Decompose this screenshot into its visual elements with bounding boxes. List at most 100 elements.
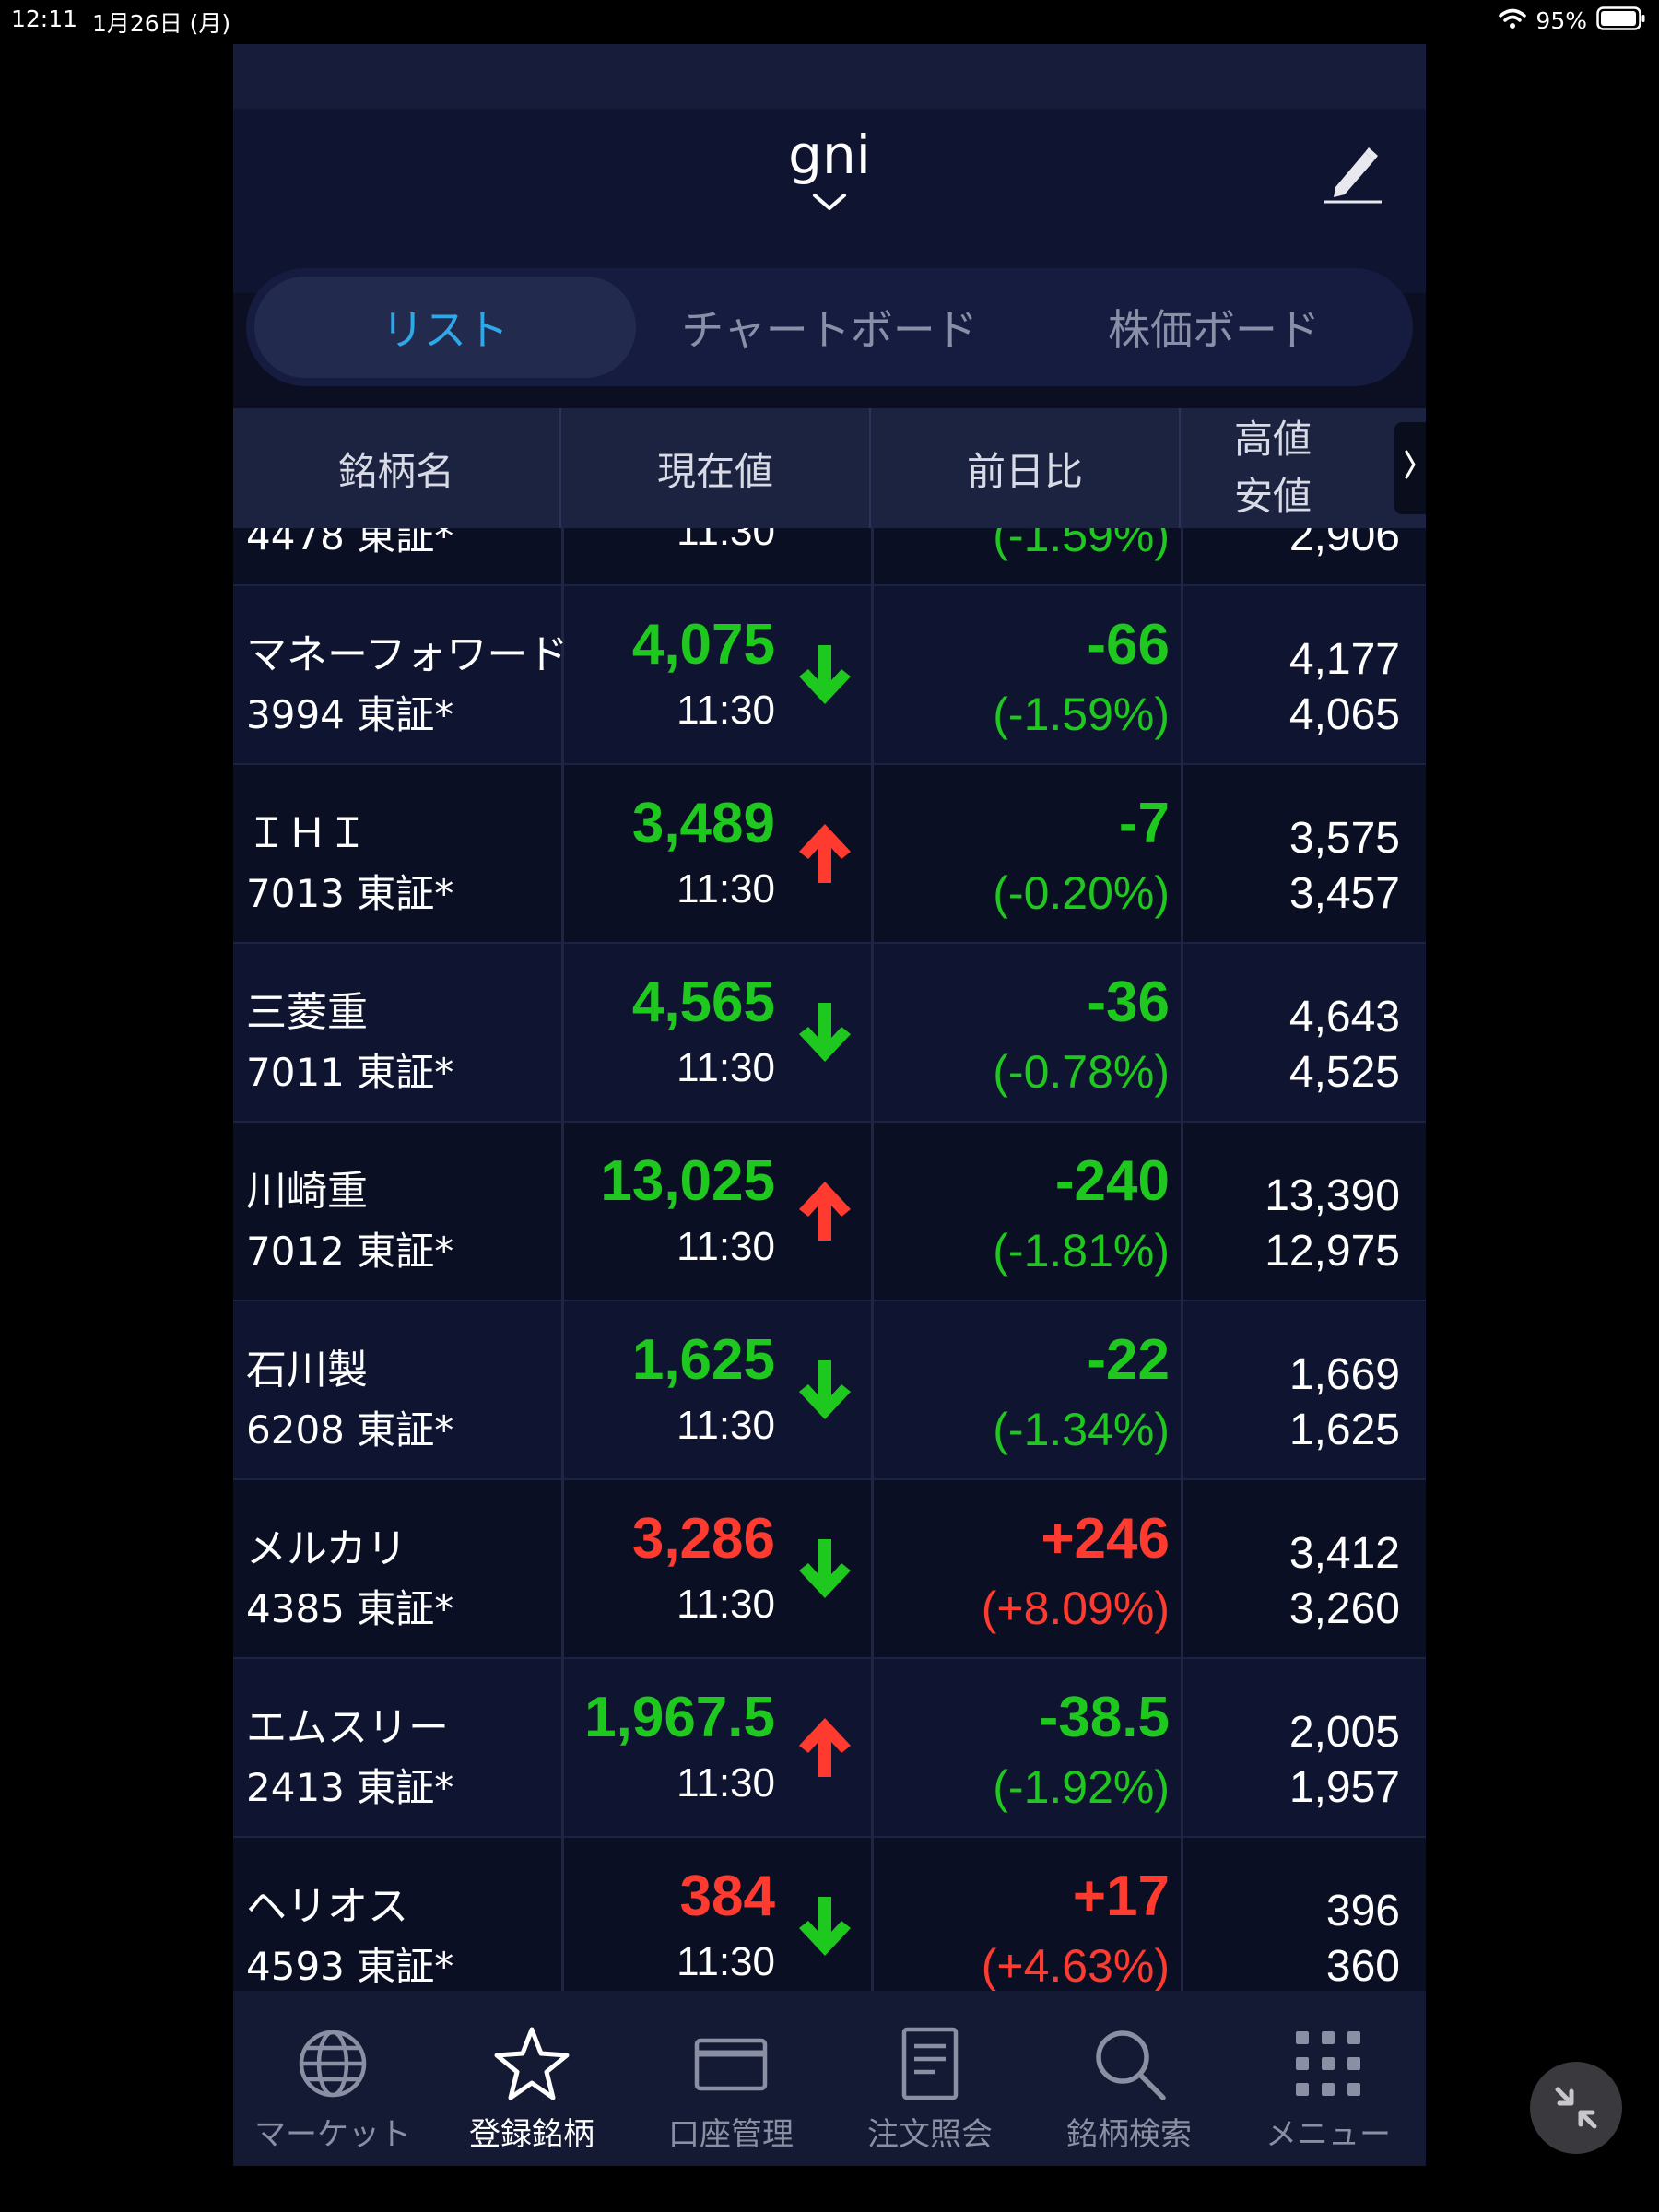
globe-icon [291, 2022, 374, 2105]
stock-row[interactable]: メルカリ 4385 東証* 3,286 11:30 +246 (+8.09%) 3,412 3… [233, 1480, 1426, 1659]
stock-row[interactable]: 三菱重 7011 東証* 4,565 11:30 -36 (-0.78%) 4,643 4,5… [233, 944, 1426, 1123]
stock-code: 4593 東証* [246, 1944, 454, 1989]
price-change-percent: (-0.20%) [993, 867, 1170, 919]
column-divider [1181, 765, 1183, 944]
card-icon [689, 2022, 772, 2105]
column-divider [871, 1838, 874, 2017]
tab-market[interactable]: マーケット [233, 1991, 432, 2166]
chevron-down-icon[interactable] [811, 192, 848, 218]
stock-row[interactable]: 川崎重 7012 東証* 13,025 11:30 -240 (-1.81%) 13,390… [233, 1123, 1426, 1301]
stock-code: 7012 東証* [246, 1229, 454, 1274]
current-price: 13,025 [600, 1149, 775, 1213]
segment-list[interactable]: リスト [254, 276, 636, 378]
price-change: +246 [1041, 1507, 1170, 1571]
column-divider [871, 944, 874, 1123]
stock-code: 3994 東証* [246, 692, 454, 737]
stock-row[interactable]: ヘリオス 4593 東証* 384 11:30 +17 (+4.63%) 396 360 [233, 1838, 1426, 2017]
edit-pencil-icon[interactable] [1323, 141, 1383, 209]
price-change: -22 [1087, 1328, 1170, 1392]
stock-name: マネーフォワード [246, 631, 569, 678]
tab-orders[interactable]: 注文照会 [830, 1991, 1030, 2166]
price-time: 11:30 [677, 1224, 775, 1269]
tab-account-label: 口座管理 [668, 2116, 794, 2153]
tab-account[interactable]: 口座管理 [631, 1991, 830, 2166]
status-time: 12:11 [11, 6, 78, 32]
column-divider [1181, 1838, 1183, 2017]
column-change[interactable]: 前日比 [871, 408, 1181, 528]
stock-row[interactable]: マネーフォワード 3994 東証* 4,075 11:30 -66 (-1.59%) 4,1… [233, 586, 1426, 765]
price-change-percent: (-1.59%) [993, 688, 1170, 740]
tab-watchlist[interactable]: 登録銘柄 [432, 1991, 631, 2166]
price-change-percent: (-0.78%) [993, 1046, 1170, 1098]
column-divider [871, 1301, 874, 1480]
low-price: 1,957 [1288, 1763, 1400, 1812]
price-change: -7 [1118, 792, 1170, 855]
stock-row[interactable]: ＩＨＩ 7013 東証* 3,489 11:30 -7 (-0.20%) 3,575 3,45… [233, 765, 1426, 944]
column-high-low[interactable]: 高値 安値 [1181, 408, 1365, 528]
arrow-down-icon [795, 1357, 854, 1427]
column-divider [561, 1123, 564, 1301]
tab-menu[interactable]: メニュー [1229, 1991, 1426, 2166]
tab-search[interactable]: 銘柄検索 [1030, 1991, 1229, 2166]
arrow-up-icon [795, 1714, 854, 1784]
current-price: 4,075 [631, 613, 775, 677]
price-time: 11:30 [677, 528, 775, 554]
tab-menu-label: メニュー [1265, 2116, 1391, 2153]
low-price: 4,065 [1288, 690, 1400, 739]
column-divider [871, 586, 874, 765]
arrow-down-icon [795, 1893, 854, 1963]
stock-row[interactable]: 4478 東証* 11:30 (-1.59%) 2,906 [233, 528, 1426, 586]
scroll-columns-right-button[interactable] [1394, 422, 1426, 514]
high-price: 13,390 [1265, 1171, 1400, 1220]
minimize-floating-button[interactable] [1530, 2062, 1622, 2154]
watchlist-title[interactable]: gni [233, 124, 1426, 186]
grid-icon [1287, 2022, 1370, 2105]
column-divider [1181, 1480, 1183, 1659]
arrow-down-icon [795, 1535, 854, 1606]
price-change-percent: (-1.34%) [993, 1404, 1170, 1455]
stock-row[interactable]: 石川製 6208 東証* 1,625 11:30 -22 (-1.34%) 1,669 1,6… [233, 1301, 1426, 1480]
current-price: 3,286 [631, 1507, 775, 1571]
high-price: 3,575 [1288, 814, 1400, 863]
current-price: 3,489 [631, 792, 775, 855]
price-change-percent: (-1.81%) [993, 1225, 1170, 1277]
segment-price-board[interactable]: 株価ボード [1023, 276, 1405, 378]
stock-name: 石川製 [246, 1347, 368, 1394]
wifi-icon [1499, 7, 1527, 33]
price-time: 11:30 [677, 1582, 775, 1627]
low-price: 12,975 [1265, 1227, 1400, 1276]
tab-orders-label: 注文照会 [867, 2116, 993, 2153]
segment-chart-board[interactable]: チャートボード [636, 276, 1023, 378]
column-divider [1181, 1123, 1183, 1301]
stock-name: ＩＨＩ [246, 810, 368, 857]
price-change-percent: (+8.09%) [981, 1583, 1170, 1634]
column-divider [561, 1659, 564, 1838]
low-price: 3,260 [1288, 1584, 1400, 1633]
column-divider [871, 1480, 874, 1659]
column-price[interactable]: 現在値 [561, 408, 871, 528]
stock-name: メルカリ [246, 1525, 407, 1572]
column-divider [1181, 1659, 1183, 1838]
stock-code: 6208 東証* [246, 1407, 454, 1453]
price-time: 11:30 [677, 1403, 775, 1448]
stock-list[interactable]: 4478 東証* 11:30 (-1.59%) 2,906 マネーフォワード 3994 東… [233, 528, 1426, 2035]
column-divider [561, 528, 564, 586]
low-price: 4,525 [1288, 1048, 1400, 1097]
price-change-percent: (+4.63%) [981, 1940, 1170, 1992]
battery-icon [1596, 6, 1646, 34]
arrow-down-icon [795, 528, 854, 533]
status-bar: 12:11 1月26日 (月) 95% [0, 0, 1659, 41]
stock-row[interactable]: エムスリー 2413 東証* 1,967.5 11:30 -38.5 (-1.92%) 2,… [233, 1659, 1426, 1838]
column-divider [561, 1480, 564, 1659]
arrow-up-icon [795, 1178, 854, 1248]
column-divider [561, 1838, 564, 2017]
high-price: 396 [1325, 1887, 1400, 1936]
high-price: 3,412 [1288, 1529, 1400, 1578]
arrow-down-icon [795, 641, 854, 712]
low-price: 1,625 [1288, 1406, 1400, 1454]
price-change: -38.5 [1039, 1686, 1170, 1749]
view-segmented-control: リスト チャートボード 株価ボード [246, 268, 1413, 386]
tab-search-label: 銘柄検索 [1066, 2116, 1192, 2153]
price-change: +17 [1072, 1865, 1170, 1928]
column-name[interactable]: 銘柄名 [233, 408, 561, 528]
